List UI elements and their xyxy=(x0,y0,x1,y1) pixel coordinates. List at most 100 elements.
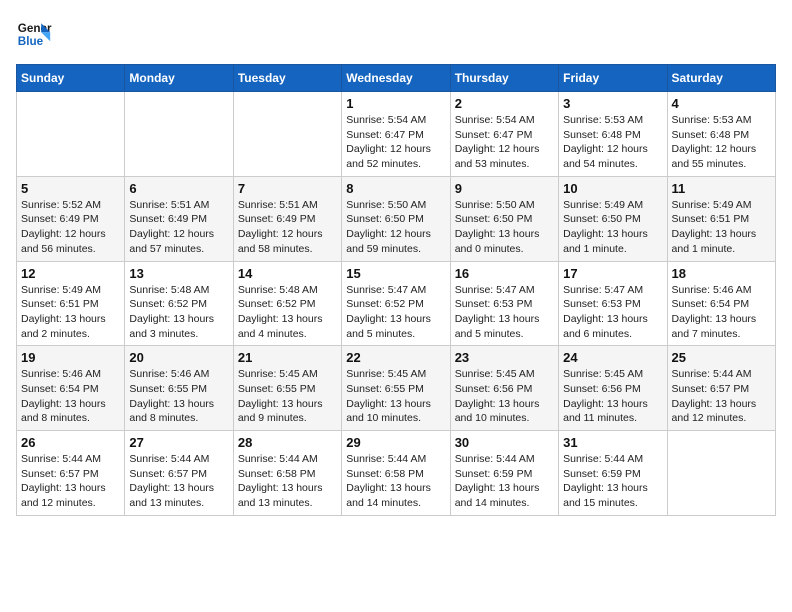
calendar-cell: 16 Sunrise: 5:47 AM Sunset: 6:53 PM Dayli… xyxy=(450,261,558,346)
day-info: Sunrise: 5:45 AM Sunset: 6:55 PM Dayligh… xyxy=(238,367,337,426)
day-info: Sunrise: 5:50 AM Sunset: 6:50 PM Dayligh… xyxy=(346,198,445,257)
calendar-cell xyxy=(233,92,341,177)
day-number: 26 xyxy=(21,435,120,450)
calendar-cell: 17Sunrise: 5:47 AM Sunset: 6:53 PM Dayli… xyxy=(559,261,667,346)
day-info: Sunrise: 5:45 AM Sunset: 6:55 PM Dayligh… xyxy=(346,367,445,426)
calendar-cell: 9 Sunrise: 5:50 AM Sunset: 6:50 PM Daylig… xyxy=(450,176,558,261)
day-info: Sunrise: 5:52 AM Sunset: 6:49 PM Dayligh… xyxy=(21,198,120,257)
calendar-cell xyxy=(125,92,233,177)
day-number: 4 xyxy=(672,96,771,111)
calendar-cell: 12Sunrise: 5:49 AM Sunset: 6:51 PM Dayli… xyxy=(17,261,125,346)
day-number: 29 xyxy=(346,435,445,450)
calendar-cell: 2 Sunrise: 5:54 AM Sunset: 6:47 PM Daylig… xyxy=(450,92,558,177)
calendar-cell: 14 Sunrise: 5:48 AM Sunset: 6:52 PM Dayli… xyxy=(233,261,341,346)
day-info: Sunrise: 5:45 AM Sunset: 6:56 PM Dayligh… xyxy=(455,367,554,426)
day-number: 11 xyxy=(672,181,771,196)
day-number: 16 xyxy=(455,266,554,281)
day-info: Sunrise: 5:53 AM Sunset: 6:48 PM Dayligh… xyxy=(563,113,662,172)
day-header-tuesday: Tuesday xyxy=(233,65,341,92)
day-number: 9 xyxy=(455,181,554,196)
day-number: 21 xyxy=(238,350,337,365)
calendar-table: SundayMondayTuesdayWednesdayThursdayFrid… xyxy=(16,64,776,516)
day-info: Sunrise: 5:44 AM Sunset: 6:57 PM Dayligh… xyxy=(129,452,228,511)
day-info: Sunrise: 5:46 AM Sunset: 6:54 PM Dayligh… xyxy=(21,367,120,426)
calendar-cell: 28 Sunrise: 5:44 AM Sunset: 6:58 PM Dayli… xyxy=(233,431,341,516)
calendar-cell: 6Sunrise: 5:51 AM Sunset: 6:49 PM Daylig… xyxy=(125,176,233,261)
calendar-cell: 11 Sunrise: 5:49 AM Sunset: 6:51 PM Dayli… xyxy=(667,176,775,261)
day-number: 19 xyxy=(21,350,120,365)
day-number: 22 xyxy=(346,350,445,365)
day-info: Sunrise: 5:44 AM Sunset: 6:59 PM Dayligh… xyxy=(563,452,662,511)
day-number: 25 xyxy=(672,350,771,365)
day-info: Sunrise: 5:46 AM Sunset: 6:55 PM Dayligh… xyxy=(129,367,228,426)
calendar-cell: 5 Sunrise: 5:52 AM Sunset: 6:49 PM Daylig… xyxy=(17,176,125,261)
calendar-cell: 23 Sunrise: 5:45 AM Sunset: 6:56 PM Dayli… xyxy=(450,346,558,431)
day-number: 1 xyxy=(346,96,445,111)
day-number: 3 xyxy=(563,96,662,111)
logo-icon: General Blue xyxy=(16,16,52,52)
calendar-cell: 4 Sunrise: 5:53 AM Sunset: 6:48 PM Daylig… xyxy=(667,92,775,177)
day-info: Sunrise: 5:44 AM Sunset: 6:57 PM Dayligh… xyxy=(672,367,771,426)
calendar-cell: 29 Sunrise: 5:44 AM Sunset: 6:58 PM Dayli… xyxy=(342,431,450,516)
calendar-cell: 20 Sunrise: 5:46 AM Sunset: 6:55 PM Dayli… xyxy=(125,346,233,431)
day-number: 6 xyxy=(129,181,228,196)
day-info: Sunrise: 5:48 AM Sunset: 6:52 PM Dayligh… xyxy=(238,283,337,342)
day-info: Sunrise: 5:49 AM Sunset: 6:51 PM Dayligh… xyxy=(672,198,771,257)
day-info: Sunrise: 5:54 AM Sunset: 6:47 PM Dayligh… xyxy=(346,113,445,172)
day-number: 30 xyxy=(455,435,554,450)
day-info: Sunrise: 5:46 AM Sunset: 6:54 PM Dayligh… xyxy=(672,283,771,342)
calendar-cell: 1 Sunrise: 5:54 AM Sunset: 6:47 PM Daylig… xyxy=(342,92,450,177)
calendar-cell: 15Sunrise: 5:47 AM Sunset: 6:52 PM Dayli… xyxy=(342,261,450,346)
calendar-cell: 22 Sunrise: 5:45 AM Sunset: 6:55 PM Dayli… xyxy=(342,346,450,431)
day-number: 14 xyxy=(238,266,337,281)
page-header: General Blue xyxy=(16,16,776,52)
day-number: 12 xyxy=(21,266,120,281)
day-number: 13 xyxy=(129,266,228,281)
calendar-cell: 31 Sunrise: 5:44 AM Sunset: 6:59 PM Dayli… xyxy=(559,431,667,516)
calendar-cell: 7 Sunrise: 5:51 AM Sunset: 6:49 PM Daylig… xyxy=(233,176,341,261)
calendar-cell: 8Sunrise: 5:50 AM Sunset: 6:50 PM Daylig… xyxy=(342,176,450,261)
day-info: Sunrise: 5:44 AM Sunset: 6:58 PM Dayligh… xyxy=(346,452,445,511)
day-info: Sunrise: 5:47 AM Sunset: 6:53 PM Dayligh… xyxy=(455,283,554,342)
calendar-cell: 30 Sunrise: 5:44 AM Sunset: 6:59 PM Dayli… xyxy=(450,431,558,516)
day-header-wednesday: Wednesday xyxy=(342,65,450,92)
calendar-cell xyxy=(667,431,775,516)
svg-text:Blue: Blue xyxy=(18,35,44,48)
day-info: Sunrise: 5:44 AM Sunset: 6:57 PM Dayligh… xyxy=(21,452,120,511)
day-info: Sunrise: 5:48 AM Sunset: 6:52 PM Dayligh… xyxy=(129,283,228,342)
logo: General Blue xyxy=(16,16,52,52)
calendar-cell: 25 Sunrise: 5:44 AM Sunset: 6:57 PM Dayli… xyxy=(667,346,775,431)
calendar-cell: 26 Sunrise: 5:44 AM Sunset: 6:57 PM Dayli… xyxy=(17,431,125,516)
calendar-cell: 21 Sunrise: 5:45 AM Sunset: 6:55 PM Dayli… xyxy=(233,346,341,431)
day-number: 28 xyxy=(238,435,337,450)
day-number: 2 xyxy=(455,96,554,111)
day-header-monday: Monday xyxy=(125,65,233,92)
day-number: 23 xyxy=(455,350,554,365)
day-number: 17 xyxy=(563,266,662,281)
day-info: Sunrise: 5:51 AM Sunset: 6:49 PM Dayligh… xyxy=(238,198,337,257)
calendar-cell: 13 Sunrise: 5:48 AM Sunset: 6:52 PM Dayli… xyxy=(125,261,233,346)
calendar-cell: 27Sunrise: 5:44 AM Sunset: 6:57 PM Dayli… xyxy=(125,431,233,516)
calendar-cell: 10Sunrise: 5:49 AM Sunset: 6:50 PM Dayli… xyxy=(559,176,667,261)
day-number: 31 xyxy=(563,435,662,450)
day-info: Sunrise: 5:54 AM Sunset: 6:47 PM Dayligh… xyxy=(455,113,554,172)
day-header-thursday: Thursday xyxy=(450,65,558,92)
day-number: 5 xyxy=(21,181,120,196)
day-info: Sunrise: 5:53 AM Sunset: 6:48 PM Dayligh… xyxy=(672,113,771,172)
day-info: Sunrise: 5:47 AM Sunset: 6:52 PM Dayligh… xyxy=(346,283,445,342)
calendar-cell: 19 Sunrise: 5:46 AM Sunset: 6:54 PM Dayli… xyxy=(17,346,125,431)
calendar-cell xyxy=(17,92,125,177)
day-header-sunday: Sunday xyxy=(17,65,125,92)
day-info: Sunrise: 5:45 AM Sunset: 6:56 PM Dayligh… xyxy=(563,367,662,426)
day-info: Sunrise: 5:44 AM Sunset: 6:58 PM Dayligh… xyxy=(238,452,337,511)
day-info: Sunrise: 5:50 AM Sunset: 6:50 PM Dayligh… xyxy=(455,198,554,257)
day-number: 20 xyxy=(129,350,228,365)
day-number: 7 xyxy=(238,181,337,196)
day-info: Sunrise: 5:49 AM Sunset: 6:50 PM Dayligh… xyxy=(563,198,662,257)
calendar-cell: 18 Sunrise: 5:46 AM Sunset: 6:54 PM Dayli… xyxy=(667,261,775,346)
day-info: Sunrise: 5:44 AM Sunset: 6:59 PM Dayligh… xyxy=(455,452,554,511)
calendar-cell: 24Sunrise: 5:45 AM Sunset: 6:56 PM Dayli… xyxy=(559,346,667,431)
day-header-friday: Friday xyxy=(559,65,667,92)
day-number: 18 xyxy=(672,266,771,281)
calendar-cell: 3 Sunrise: 5:53 AM Sunset: 6:48 PM Daylig… xyxy=(559,92,667,177)
